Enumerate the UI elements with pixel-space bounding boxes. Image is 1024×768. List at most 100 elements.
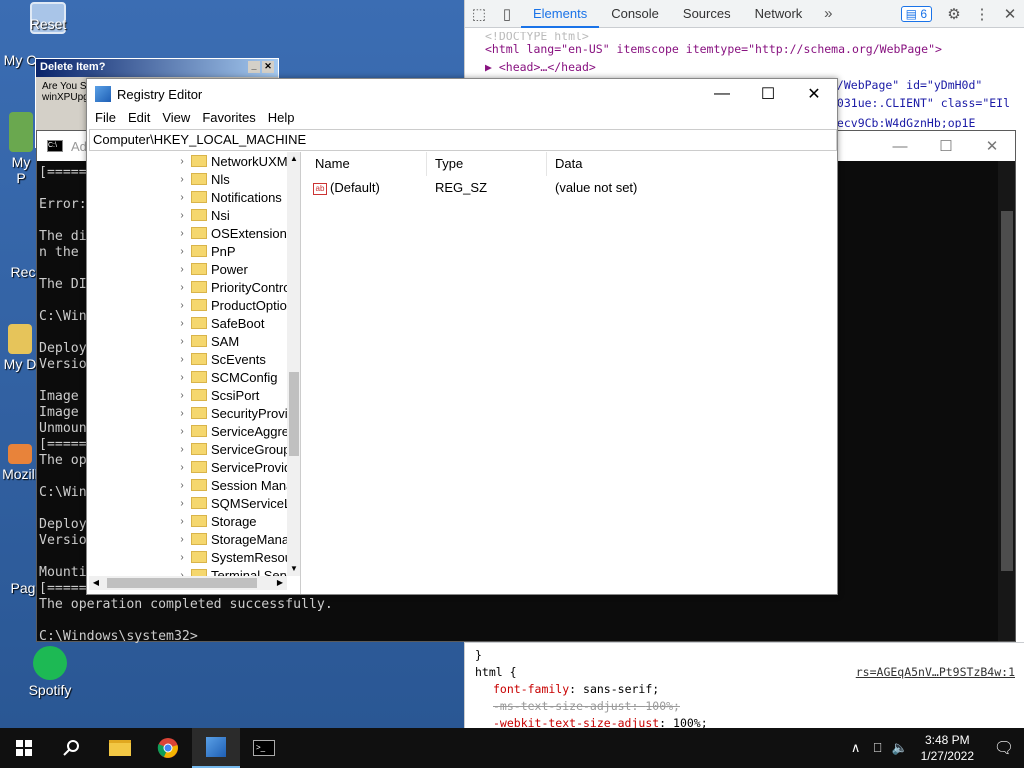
column-header-name[interactable]: Name — [307, 152, 427, 176]
tree-item[interactable]: › Nls — [89, 170, 287, 188]
tree-item[interactable]: › ProductOption — [89, 296, 287, 314]
expand-chevron-icon[interactable]: › — [175, 552, 189, 563]
style-selector[interactable]: html { — [475, 664, 517, 681]
expand-chevron-icon[interactable]: › — [175, 192, 189, 203]
scroll-up-arrow-icon[interactable]: ▲ — [287, 152, 300, 166]
expand-chevron-icon[interactable]: › — [175, 498, 189, 509]
column-header-data[interactable]: Data — [547, 152, 837, 176]
search-button[interactable] — [48, 728, 96, 768]
tree-item[interactable]: › ScEvents — [89, 350, 287, 368]
issues-badge[interactable]: ▤ 6 — [900, 5, 932, 22]
expand-chevron-icon[interactable]: › — [175, 390, 189, 401]
clock[interactable]: 3:48 PM 1/27/2022 — [911, 732, 984, 764]
desktop-icon-my-pictures[interactable]: My P — [6, 112, 36, 186]
tree-item[interactable]: › SAM — [89, 332, 287, 350]
scrollbar-thumb[interactable] — [107, 578, 257, 588]
network-icon[interactable]: ⎕ — [867, 740, 889, 756]
expand-chevron-icon[interactable]: › — [175, 318, 189, 329]
tab-elements[interactable]: Elements — [521, 0, 600, 28]
desktop-icon-pages[interactable]: Pag — [8, 580, 38, 596]
menu-favorites[interactable]: Favorites — [196, 109, 261, 129]
tree-item[interactable]: › SystemResour — [89, 548, 287, 566]
cmd-scrollbar[interactable] — [998, 161, 1015, 641]
file-explorer-button[interactable] — [96, 728, 144, 768]
tree-item[interactable]: › SQMServiceLis — [89, 494, 287, 512]
maximize-icon[interactable]: ☐ — [745, 84, 791, 104]
scroll-right-arrow-icon[interactable]: ▶ — [273, 576, 287, 590]
tree-item[interactable]: › NetworkUXMa — [89, 152, 287, 170]
scrollbar-thumb[interactable] — [1001, 211, 1013, 571]
expand-chevron-icon[interactable]: › — [175, 156, 189, 167]
expand-chevron-icon[interactable]: › — [175, 300, 189, 311]
expand-chevron-icon[interactable]: › — [175, 480, 189, 491]
tree-item[interactable]: › Notifications — [89, 188, 287, 206]
desktop-icon-reset[interactable]: Reset — [18, 2, 78, 52]
tab-sources[interactable]: Sources — [671, 0, 743, 28]
notification-icon[interactable]: 🗨 — [984, 738, 1024, 758]
head-node[interactable]: ▶ <head>…</head> — [485, 58, 1014, 76]
tree-item[interactable]: › PriorityContro — [89, 278, 287, 296]
style-source-link[interactable]: rs=AGEqA5nV…Pt9STzB4w:1 — [856, 664, 1015, 681]
cmd-taskbar-button[interactable]: >_ — [240, 728, 288, 768]
desktop-icon-my-computer[interactable]: My C — [0, 52, 40, 68]
address-bar[interactable]: Computer\HKEY_LOCAL_MACHINE — [89, 129, 837, 151]
expand-chevron-icon[interactable]: › — [175, 426, 189, 437]
volume-icon[interactable]: 🔈 — [889, 740, 911, 756]
close-icon[interactable]: ✕ — [791, 84, 837, 104]
expand-chevron-icon[interactable]: › — [175, 210, 189, 221]
menu-view[interactable]: View — [156, 109, 196, 129]
scroll-down-arrow-icon[interactable]: ▼ — [287, 562, 300, 576]
tree-item[interactable]: › ServiceGroupC — [89, 440, 287, 458]
expand-chevron-icon[interactable]: › — [175, 282, 189, 293]
style-declaration[interactable]: font-family: sans-serif; — [475, 681, 1015, 698]
settings-gear-icon[interactable]: ⚙ — [940, 5, 968, 23]
desktop-icon-spotify[interactable]: Spotify — [20, 646, 80, 698]
expand-chevron-icon[interactable]: › — [175, 228, 189, 239]
tree-item[interactable]: › ScsiPort — [89, 386, 287, 404]
tree-item[interactable]: › Nsi — [89, 206, 287, 224]
expand-chevron-icon[interactable]: › — [175, 462, 189, 473]
value-row-name[interactable]: ab (Default) — [313, 178, 433, 198]
expand-chevron-icon[interactable]: › — [175, 372, 189, 383]
chrome-button[interactable] — [144, 728, 192, 768]
expand-chevron-icon[interactable]: › — [175, 246, 189, 257]
expand-chevron-icon[interactable]: › — [175, 336, 189, 347]
close-icon[interactable]: ✕ — [262, 61, 274, 73]
tree-item[interactable]: › SecurityProvid — [89, 404, 287, 422]
expand-chevron-icon[interactable]: › — [175, 516, 189, 527]
minimize-icon[interactable]: — — [699, 85, 745, 103]
tree-item[interactable]: › SafeBoot — [89, 314, 287, 332]
tree-vertical-scrollbar[interactable]: ▲ ▼ — [287, 152, 300, 576]
desktop-icon-my-documents[interactable]: My D — [0, 324, 40, 372]
regedit-taskbar-button[interactable] — [192, 728, 240, 768]
expand-chevron-icon[interactable]: › — [175, 174, 189, 185]
expand-chevron-icon[interactable]: › — [175, 444, 189, 455]
menu-help[interactable]: Help — [262, 109, 301, 129]
close-icon[interactable]: ✕ — [996, 5, 1024, 23]
tab-console[interactable]: Console — [599, 0, 671, 28]
minimize-icon[interactable]: _ — [248, 61, 260, 73]
tab-network[interactable]: Network — [743, 0, 815, 28]
tree-item[interactable]: › ServiceAggreg — [89, 422, 287, 440]
more-tabs-icon[interactable]: » — [814, 5, 842, 22]
tree-item[interactable]: › Storage — [89, 512, 287, 530]
scroll-left-arrow-icon[interactable]: ◀ — [89, 576, 103, 590]
tree-item[interactable]: › OSExtensionD — [89, 224, 287, 242]
tree-item[interactable]: › Power — [89, 260, 287, 278]
tree-item[interactable]: › Session Manag — [89, 476, 287, 494]
column-header-type[interactable]: Type — [427, 152, 547, 176]
expand-chevron-icon[interactable]: › — [175, 354, 189, 365]
chevron-up-icon[interactable]: ∧ — [845, 740, 867, 756]
menu-edit[interactable]: Edit — [122, 109, 156, 129]
inspect-element-icon[interactable]: ⬚ — [465, 5, 493, 23]
desktop-icon-mozilla[interactable]: Mozill — [0, 444, 40, 482]
desktop-icon-recycle-bin[interactable]: Rec — [8, 264, 38, 280]
expand-chevron-icon[interactable]: › — [175, 534, 189, 545]
tree-item[interactable]: › ServiceProvide — [89, 458, 287, 476]
tree-horizontal-scrollbar[interactable]: ◀ ▶ — [89, 576, 287, 590]
tree-item[interactable]: › PnP — [89, 242, 287, 260]
html-node[interactable]: <html lang="en-US" itemscope itemtype="h… — [485, 40, 1014, 58]
menu-file[interactable]: File — [89, 109, 122, 129]
start-button[interactable] — [0, 728, 48, 768]
tree-item[interactable]: › SCMConfig — [89, 368, 287, 386]
